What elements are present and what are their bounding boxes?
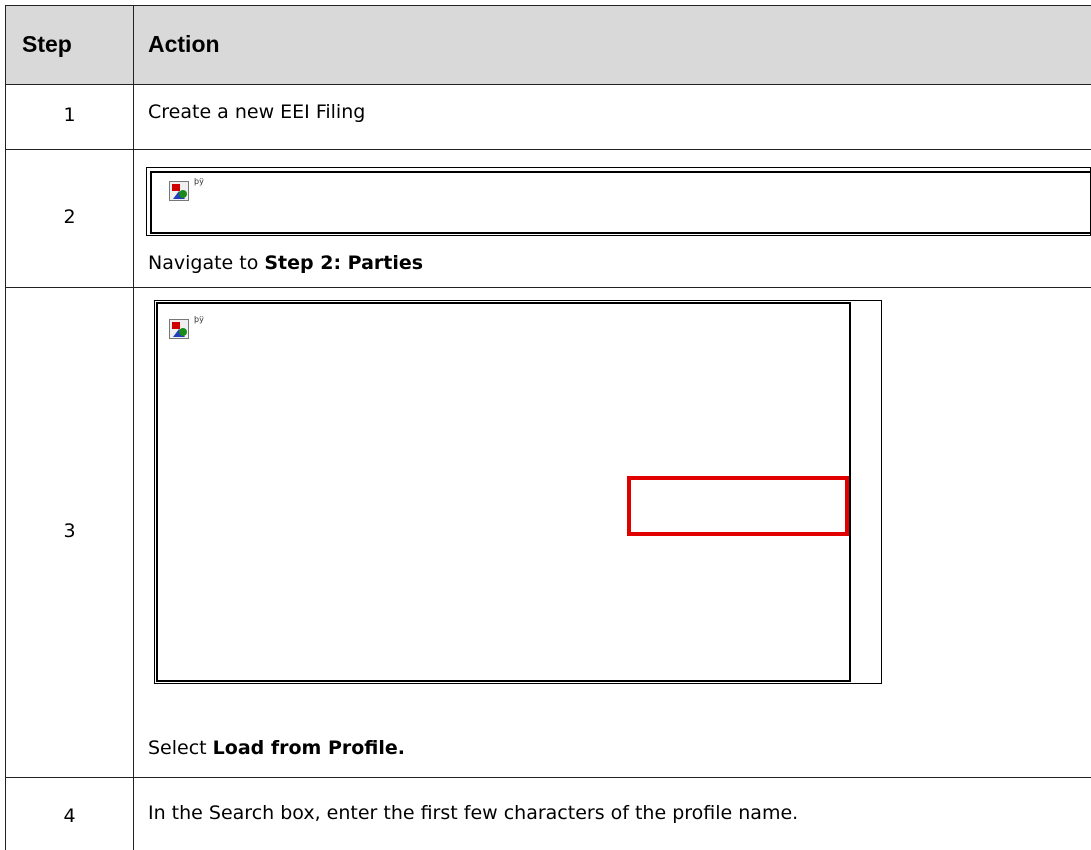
action-text: Select Load from Profile. bbox=[148, 737, 405, 759]
screenshot-placeholder: þÿ bbox=[154, 300, 882, 684]
action-text: In the Search box, enter the first few c… bbox=[148, 802, 799, 824]
broken-image-icon bbox=[169, 181, 189, 201]
table-border-left bbox=[5, 5, 6, 850]
row-divider bbox=[5, 84, 1091, 85]
step-number: 4 bbox=[63, 805, 76, 827]
action-prefix: Select bbox=[148, 737, 213, 759]
image-caption: þÿ bbox=[194, 315, 204, 324]
broken-image-icon bbox=[169, 319, 189, 339]
action-bold: Load from Profile. bbox=[212, 737, 406, 759]
row-divider bbox=[5, 287, 1091, 288]
row-divider bbox=[5, 149, 1091, 150]
action-prefix: Navigate to bbox=[148, 252, 265, 274]
image-caption: þÿ bbox=[194, 177, 204, 186]
screenshot-placeholder: þÿ bbox=[146, 167, 1091, 236]
column-divider bbox=[133, 5, 134, 850]
procedure-table: Step Action 1 Create a new EEI Filing 2 … bbox=[0, 0, 1091, 850]
step-number: 3 bbox=[63, 520, 76, 542]
row-divider bbox=[5, 777, 1091, 778]
action-text: Navigate to Step 2: Parties bbox=[148, 252, 423, 274]
action-bold: Step 2: Parties bbox=[264, 252, 424, 274]
step-number: 1 bbox=[63, 104, 76, 126]
table-border-top bbox=[5, 5, 1091, 6]
header-step: Step bbox=[22, 31, 72, 57]
action-text: Create a new EEI Filing bbox=[148, 101, 366, 123]
step-number: 2 bbox=[63, 206, 76, 228]
highlight-box bbox=[627, 476, 849, 536]
header-action: Action bbox=[148, 31, 220, 57]
